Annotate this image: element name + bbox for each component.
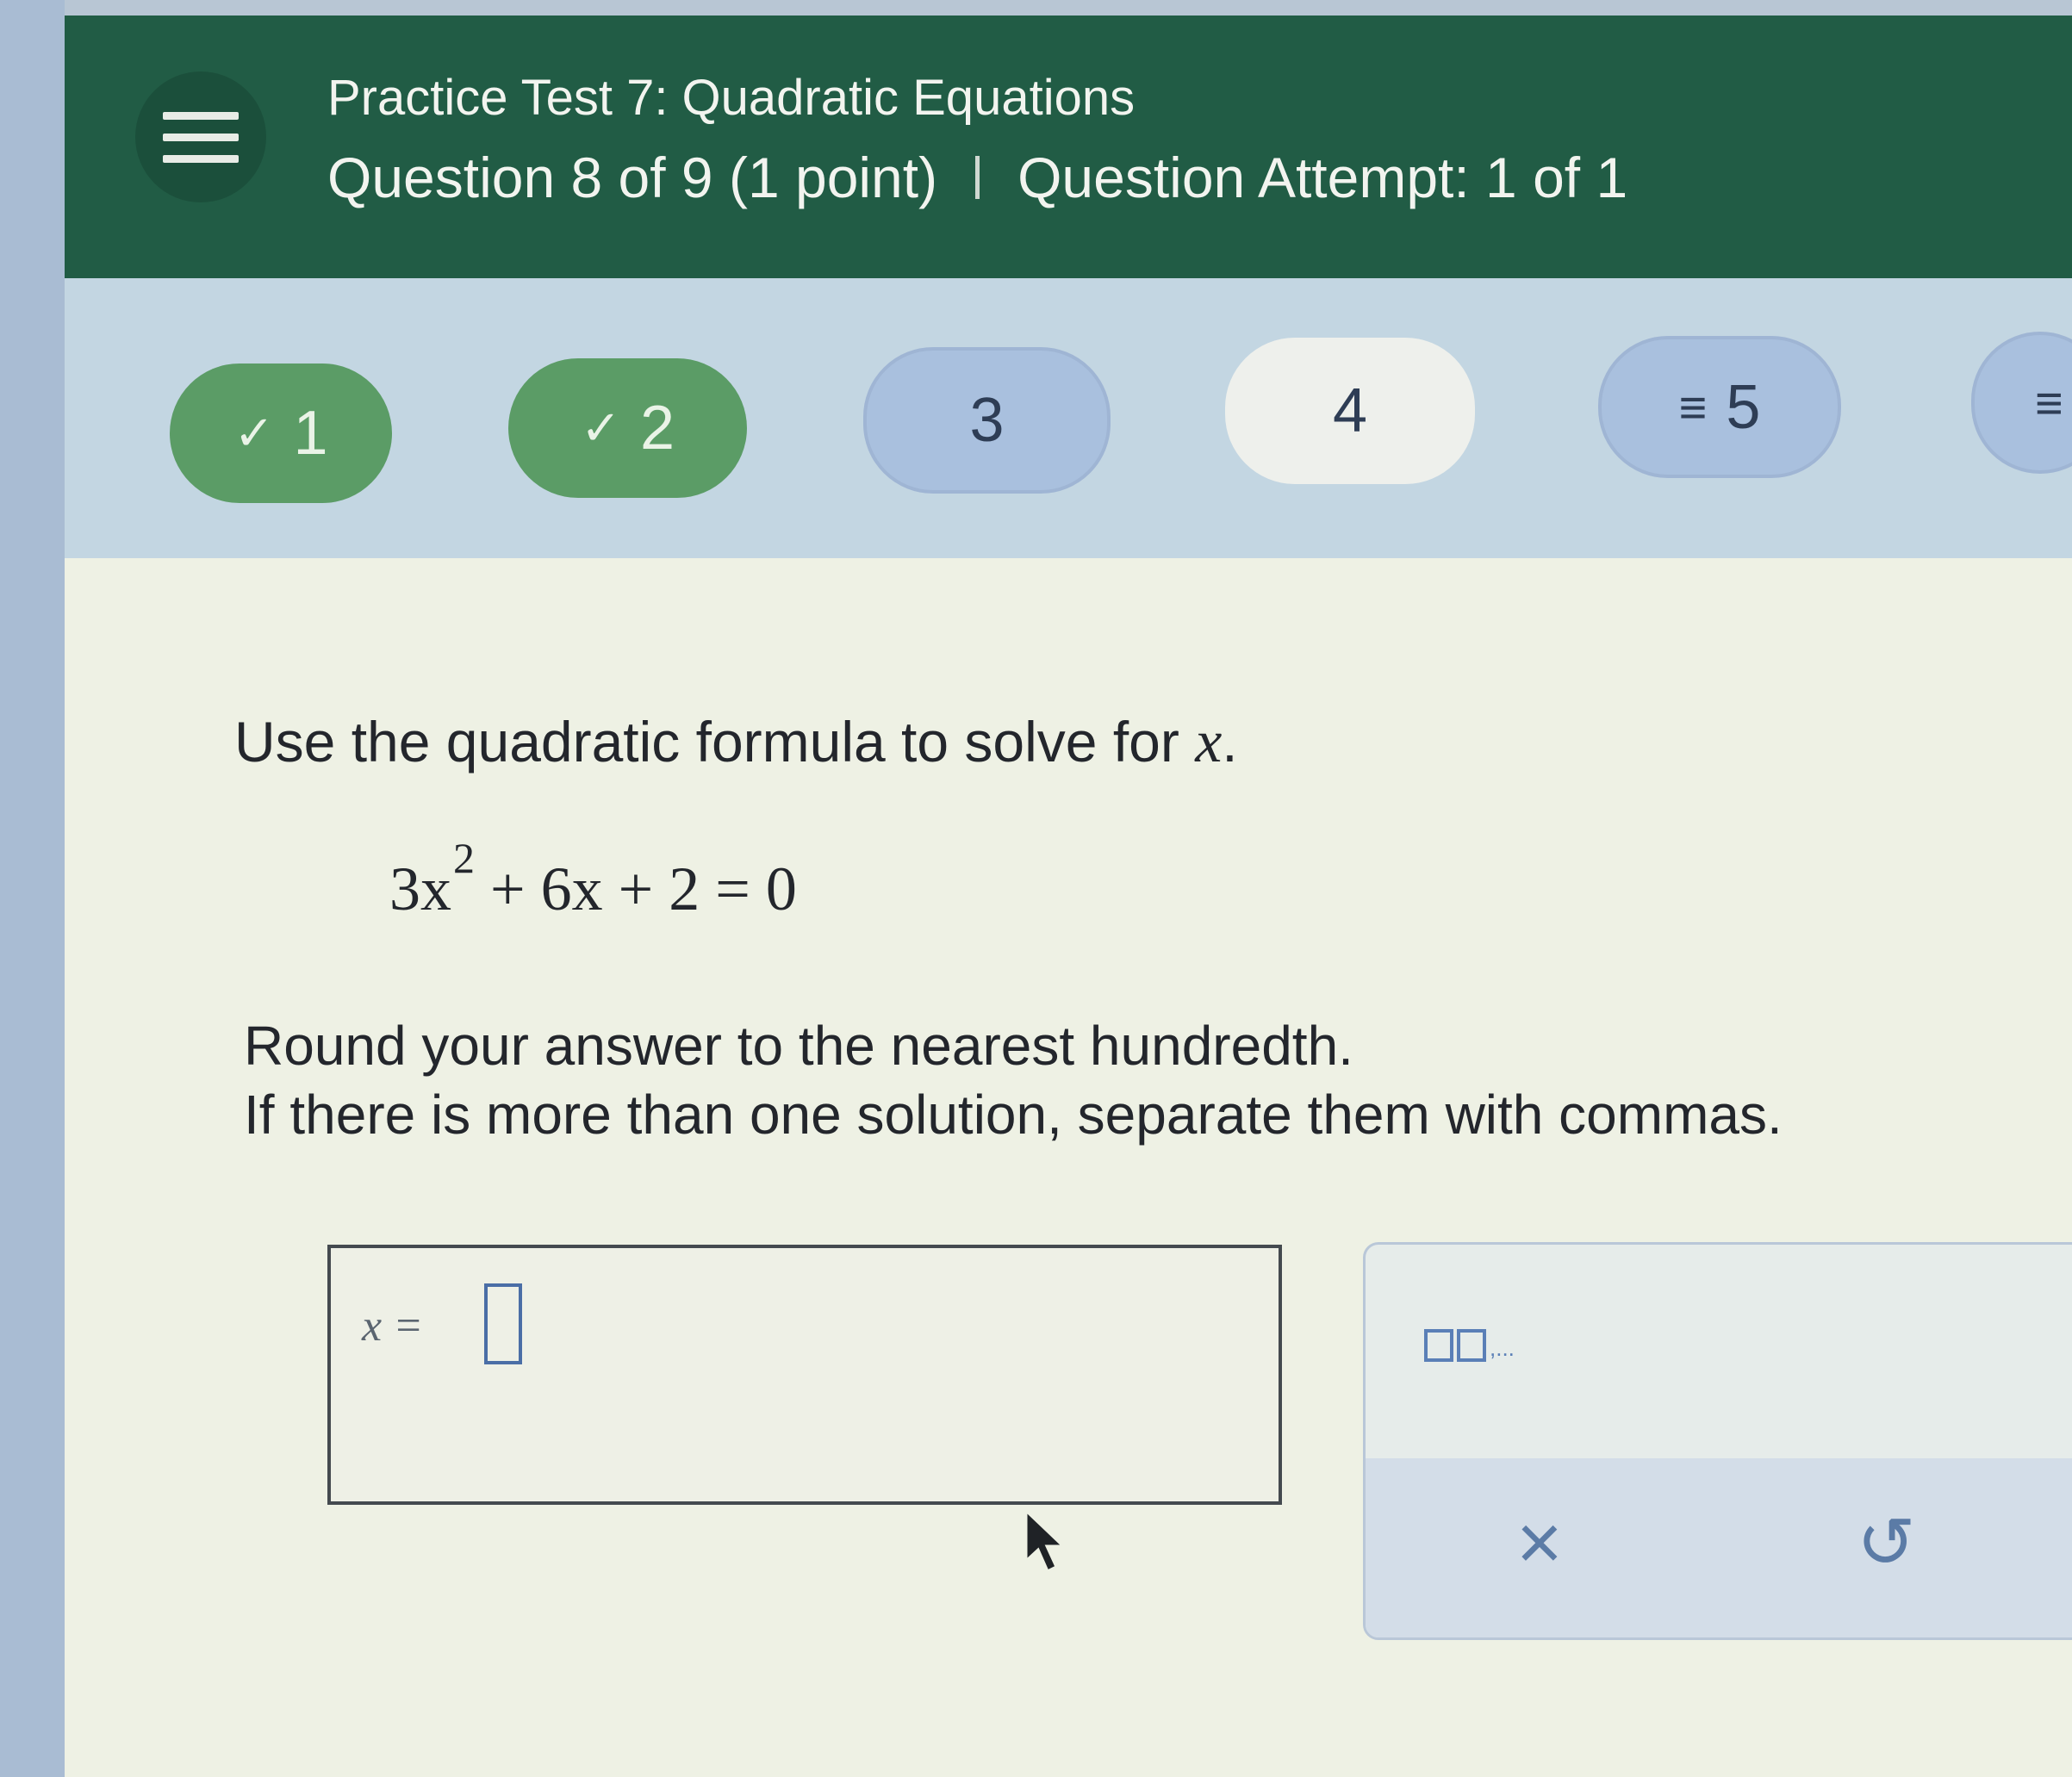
divider (975, 156, 980, 199)
multiple-solutions-note: If there is more than one solution, sepa… (244, 1084, 1783, 1146)
undo-icon[interactable]: ↺ (1857, 1508, 1916, 1579)
page-title: Practice Test 7: Quadratic Equations (327, 70, 1136, 126)
math-tool-panel: ,... × ↺ (1363, 1242, 2072, 1640)
flag-lines-icon: ≡ (2035, 376, 2063, 430)
check-icon: ✓ (581, 401, 621, 455)
tool-action-bar: × ↺ (1366, 1458, 2072, 1637)
left-edge (0, 0, 65, 1777)
rounding-note: Round your answer to the nearest hundred… (244, 1015, 1353, 1077)
question-nav-1[interactable]: ✓ 1 (170, 363, 392, 503)
question-number: 4 (1332, 376, 1368, 445)
answer-input[interactable] (484, 1283, 522, 1364)
question-info: Question 8 of 9 (1 point) (327, 146, 938, 209)
question-number: 1 (293, 399, 328, 468)
question-number: 3 (969, 386, 1005, 455)
question-number: 2 (639, 394, 675, 463)
mouse-cursor-icon (1024, 1507, 1067, 1574)
box-icon (1424, 1329, 1453, 1362)
list-suffix: ,... (1490, 1335, 1515, 1361)
variable: x (1195, 709, 1223, 775)
question-nav-5[interactable]: ≡ 5 (1598, 336, 1841, 478)
equation: 3x2 + 6x + 2 = 0 (389, 834, 797, 923)
box-icon (1457, 1329, 1486, 1362)
question-nav-3[interactable]: 3 (863, 347, 1111, 494)
question-number: 5 (1726, 372, 1761, 442)
attempt-info: Question Attempt: 1 of 1 (1017, 146, 1628, 209)
app-header: Practice Test 7: Quadratic Equations Que… (65, 16, 2072, 278)
hamburger-icon (163, 111, 239, 120)
list-template-button[interactable]: ,... (1424, 1329, 1515, 1362)
question-instruction: Use the quadratic formula to solve for x… (234, 709, 1238, 775)
question-status: Question 8 of 9 (1 point) Question Attem… (327, 145, 1627, 210)
check-icon: ✓ (233, 406, 275, 460)
flag-lines-icon: ≡ (1678, 380, 1708, 434)
top-edge (65, 0, 2072, 16)
answer-box (327, 1245, 1282, 1505)
menu-button[interactable] (135, 71, 266, 202)
exponent: 2 (453, 834, 475, 882)
question-nav-4[interactable]: 4 (1225, 338, 1475, 484)
question-nav-2[interactable]: ✓ 2 (508, 358, 747, 498)
answer-label: x = (362, 1302, 424, 1351)
clear-icon[interactable]: × (1516, 1503, 1563, 1582)
